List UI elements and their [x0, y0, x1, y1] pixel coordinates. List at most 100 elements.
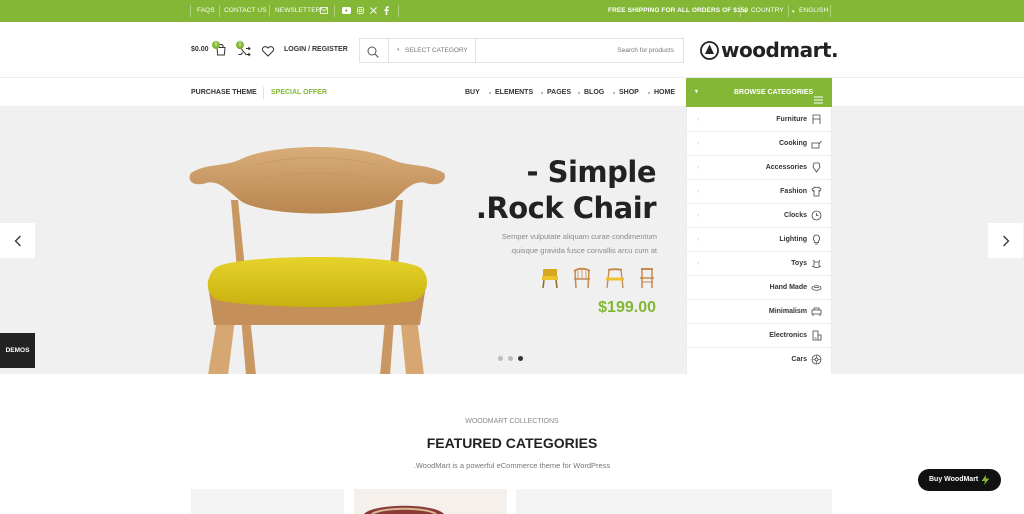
handmade-icon: [811, 285, 822, 291]
logo-text: woodmart.: [721, 38, 839, 62]
wood-chair-thumbnail[interactable]: [572, 267, 592, 289]
purchase-theme-link[interactable]: PURCHASE THEME: [191, 78, 257, 107]
category-item-toys[interactable]: ‹ Toys: [687, 252, 831, 276]
category-item-lighting[interactable]: ‹ Lighting: [687, 228, 831, 252]
buy-woodmart-button[interactable]: Buy WoodMart: [918, 469, 1001, 491]
shirt-icon: [811, 186, 822, 197]
clock-icon: [811, 210, 822, 221]
category-card[interactable]: [191, 489, 344, 514]
search-input[interactable]: [478, 41, 678, 60]
search-form: ▾ SELECT CATEGORY: [359, 38, 684, 63]
facebook-icon[interactable]: [384, 6, 389, 15]
search-category-select[interactable]: ▾ SELECT CATEGORY: [388, 39, 476, 62]
country-select[interactable]: COUNTRY: [751, 0, 784, 22]
category-item-cars[interactable]: Cars: [687, 348, 831, 372]
compare-count-badge: 0: [236, 41, 244, 49]
category-item-clocks[interactable]: ‹ Clocks: [687, 204, 831, 228]
nav-item-shop[interactable]: SHOP: [619, 78, 639, 107]
chair-image: [189, 147, 445, 374]
youtube-icon[interactable]: [342, 7, 351, 14]
search-icon[interactable]: [367, 45, 379, 63]
login-register-link[interactable]: LOGIN / REGISTER: [284, 46, 348, 53]
hero-slider: - Simple .Rock Chair Semper vulputate al…: [0, 107, 1024, 374]
chevron-down-icon: ▾: [792, 9, 795, 15]
chevron-left-icon: ‹: [697, 141, 699, 147]
category-item-minimalism[interactable]: Minimalism: [687, 300, 831, 324]
category-item-hand-made[interactable]: Hand Made: [687, 276, 831, 300]
nav-dot: [541, 92, 543, 94]
chevron-down-icon: ▾: [397, 47, 400, 53]
demos-button[interactable]: DEMOS: [0, 333, 35, 368]
wood-chair-thumbnail[interactable]: [637, 267, 657, 289]
chevron-left-icon: ‹: [697, 117, 699, 123]
language-select[interactable]: ENGLISH: [799, 0, 828, 22]
slide-bullet-2[interactable]: [508, 356, 513, 361]
faqs-link[interactable]: FAQS: [197, 0, 215, 22]
category-label: Minimalism: [768, 308, 807, 315]
special-offer-link[interactable]: SPECIAL OFFER: [271, 78, 327, 107]
lightning-icon: [981, 475, 990, 485]
nav-item-blog[interactable]: BLOG: [584, 78, 604, 107]
category-item-accessories[interactable]: ‹ Accessories: [687, 156, 831, 180]
hero-title-line-1: - Simple: [526, 155, 656, 189]
bulb-icon: [813, 234, 820, 245]
logo-mark-icon: [700, 40, 719, 60]
nav-item-pages[interactable]: PAGES: [547, 78, 571, 107]
basket-image: [364, 505, 444, 514]
browse-categories-label: BROWSE CATEGORIES: [734, 89, 814, 96]
cart-count-badge: 0: [212, 41, 220, 49]
category-label: Lighting: [779, 236, 807, 243]
category-card[interactable]: [354, 489, 507, 514]
minimalism-icon: [811, 307, 822, 316]
electronics-icon: [812, 330, 822, 341]
logo[interactable]: woodmart.: [700, 38, 839, 62]
category-item-electronics[interactable]: Electronics: [687, 324, 831, 348]
divider: [334, 5, 335, 17]
mail-icon[interactable]: [320, 7, 328, 14]
nav-dot: [578, 92, 580, 94]
x-icon[interactable]: [370, 7, 377, 14]
hero-subtitle-line-1: Semper vulputate aliquam curae condiment…: [501, 232, 657, 241]
main-nav: PURCHASE THEME SPECIAL OFFER BUY ELEMENT…: [0, 78, 1024, 107]
instagram-icon[interactable]: [357, 7, 364, 14]
nav-dot: [648, 92, 650, 94]
slide-bullet-1[interactable]: [498, 356, 503, 361]
divider: [269, 5, 270, 17]
hero-price: $199.00: [598, 299, 656, 316]
category-label: Clocks: [784, 212, 807, 219]
chevron-down-icon: ▾: [744, 9, 747, 15]
nav-item-elements[interactable]: ELEMENTS: [495, 78, 533, 107]
category-card[interactable]: [516, 489, 832, 514]
divider: [740, 5, 741, 17]
divider: [219, 5, 220, 17]
nav-item-buy[interactable]: BUY: [465, 78, 480, 107]
slide-bullet-3[interactable]: [518, 356, 523, 361]
divider: [398, 5, 399, 17]
cooking-icon: [811, 140, 822, 149]
heart-icon[interactable]: [261, 44, 275, 62]
contact-link[interactable]: CONTACT US: [224, 0, 267, 22]
divider: [830, 5, 831, 17]
chevron-left-icon: ‹: [697, 165, 699, 171]
category-item-furniture[interactable]: ‹ Furniture: [687, 108, 831, 132]
newsletter-link[interactable]: NEWSLETTER: [275, 0, 320, 22]
category-item-fashion[interactable]: ‹ Fashion: [687, 180, 831, 204]
hero-title-line-2: .Rock Chair: [475, 191, 657, 225]
wheel-icon: [811, 354, 822, 365]
category-item-cooking[interactable]: ‹ Cooking: [687, 132, 831, 156]
wood-chair-thumbnail[interactable]: [605, 267, 625, 289]
section-title: FEATURED CATEGORIES: [426, 435, 598, 451]
section-description: .WoodMart is a powerful eCommerce theme …: [413, 461, 611, 470]
nav-item-home[interactable]: HOME: [654, 78, 675, 107]
rocking-horse-icon: [811, 259, 822, 268]
categories-menu: ‹ Furniture ‹ Cooking ‹ Accessories ‹ Fa…: [686, 107, 832, 374]
browse-categories-button[interactable]: ▾ BROWSE CATEGORIES: [686, 78, 832, 107]
category-label: Furniture: [776, 116, 807, 123]
cart-total[interactable]: $0.00: [191, 46, 209, 53]
category-label: Hand Made: [769, 284, 807, 291]
yellow-chair-thumbnail[interactable]: [540, 267, 560, 289]
next-slide-button[interactable]: [988, 223, 1023, 258]
chevron-left-icon: ‹: [697, 261, 699, 267]
prev-slide-button[interactable]: [0, 223, 35, 258]
shipping-notice: FREE SHIPPING FOR ALL ORDERS OF $150: [608, 7, 749, 14]
